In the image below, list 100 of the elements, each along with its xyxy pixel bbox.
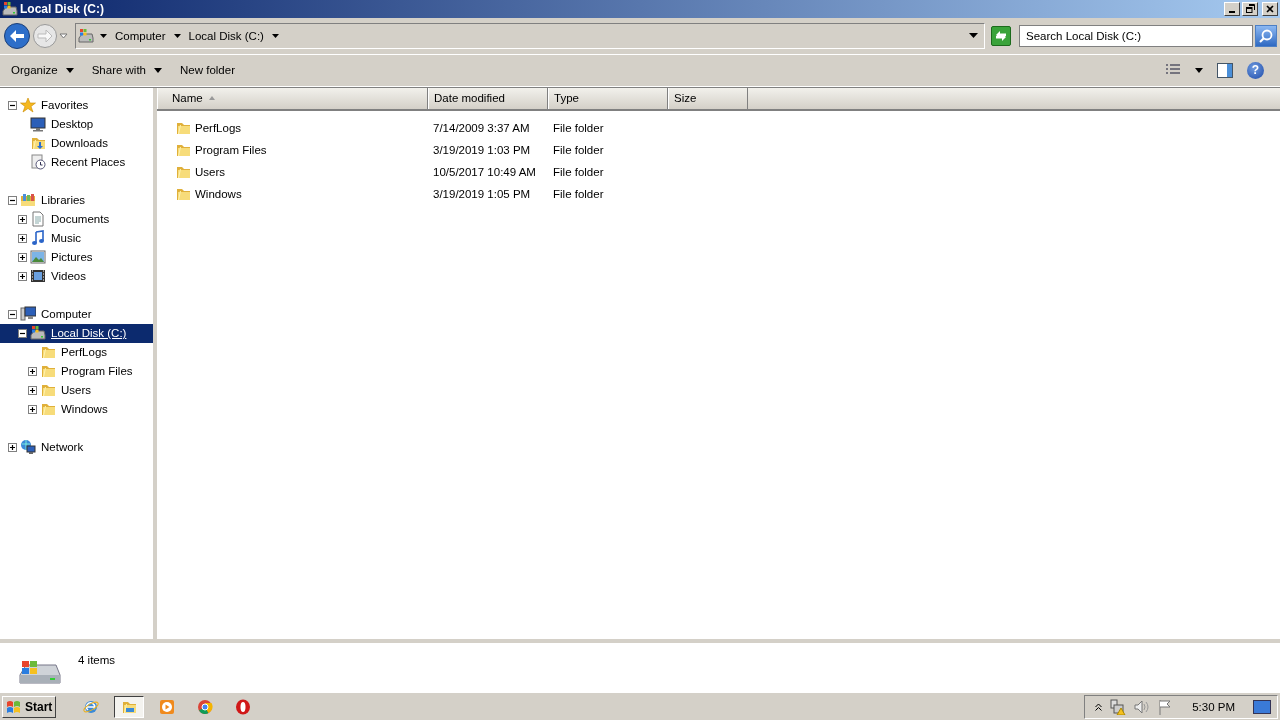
search-field[interactable]: Search Local Disk (C:) (1019, 24, 1253, 47)
preview-pane-icon[interactable] (1217, 62, 1233, 78)
tree-item[interactable]: Windows (60, 403, 109, 416)
collapse-icon[interactable] (8, 309, 17, 319)
file-name[interactable]: Program Files (195, 143, 267, 156)
search-button[interactable] (1255, 24, 1277, 47)
minimize-button[interactable] (1224, 2, 1240, 16)
back-button[interactable] (3, 21, 31, 50)
tree-item[interactable]: Recent Places (50, 156, 127, 169)
column-header[interactable]: Size (668, 87, 748, 109)
table-cell: 3/19/2019 1:05 PM (433, 187, 531, 200)
globe-monitor-icon (20, 439, 36, 456)
folder-icon (40, 363, 56, 380)
collapse-icon[interactable] (18, 328, 27, 338)
address-bar[interactable]: Computer Local Disk (C:) (75, 22, 985, 49)
dropdown-icon[interactable] (969, 33, 978, 39)
restore-icon (1245, 4, 1255, 14)
refresh-button[interactable] (991, 25, 1011, 46)
column-header[interactable]: Date modified (428, 87, 548, 109)
search-icon (1259, 28, 1273, 43)
expand-icon[interactable] (28, 385, 37, 395)
table-cell: File folder (553, 143, 604, 156)
chevron-icon[interactable] (271, 33, 279, 38)
tree-item[interactable]: Downloads (50, 137, 109, 150)
monitor-icon (30, 116, 46, 133)
expand-icon[interactable] (18, 271, 27, 281)
tree-item[interactable]: Desktop (50, 118, 95, 131)
status-text: 4 items (78, 654, 116, 667)
table-cell: 7/14/2009 3:37 AM (433, 121, 530, 134)
view-dropdown-icon[interactable] (1195, 67, 1203, 73)
tree-item[interactable]: PerfLogs (60, 346, 109, 359)
toolbar-button[interactable]: Share with (84, 58, 169, 83)
tree-item[interactable]: Program Files (60, 365, 134, 378)
window-title: Local Disk (C:) (20, 2, 105, 16)
tree-item[interactable]: Documents (50, 213, 111, 226)
tree-item[interactable]: Libraries (40, 194, 87, 207)
file-name[interactable]: PerfLogs (195, 121, 242, 134)
library-folder-icon (20, 192, 36, 209)
breadcrumb[interactable]: Local Disk (C:) (186, 29, 266, 42)
flag-icon[interactable] (1158, 698, 1173, 715)
document-clock-icon (30, 154, 46, 171)
tree-item[interactable]: Network (40, 441, 85, 454)
table-cell: 3/19/2019 1:03 PM (433, 143, 531, 156)
e-globe-icon (83, 698, 100, 715)
tree-item[interactable]: Users (60, 384, 93, 397)
document-icon (30, 211, 46, 228)
close-button[interactable] (1262, 2, 1278, 16)
chevron-up-icon[interactable] (1095, 702, 1103, 711)
speaker-icon[interactable] (1134, 698, 1151, 715)
chevron-icon[interactable] (173, 33, 181, 38)
network-warning-icon[interactable] (1110, 698, 1127, 715)
caret-icon (154, 67, 162, 73)
table-cell: 10/5/2017 10:49 AM (433, 165, 536, 178)
toolbar-button[interactable]: Organize (4, 58, 81, 83)
tree-item[interactable]: Pictures (50, 251, 94, 264)
taskbar-app[interactable] (114, 695, 145, 718)
expand-icon[interactable] (28, 404, 37, 414)
folder-arrow-icon (30, 135, 46, 152)
star-icon (20, 97, 36, 114)
computer-icon (20, 306, 36, 323)
o-ring-icon (235, 698, 252, 715)
expand-icon[interactable] (18, 233, 27, 243)
collapse-icon[interactable] (8, 100, 17, 110)
table-cell: File folder (553, 121, 604, 134)
expand-icon[interactable] (8, 442, 17, 452)
play-icon (159, 698, 176, 715)
folder-icon (40, 382, 56, 399)
refresh-arrows-icon (994, 29, 1008, 42)
tree-item[interactable]: Computer (40, 308, 93, 321)
folder-icon (40, 401, 56, 418)
restore-button[interactable] (1242, 2, 1258, 16)
close-icon (1266, 5, 1274, 13)
drive-icon (30, 325, 46, 342)
tree-item[interactable]: Favorites (40, 99, 90, 112)
collapse-icon[interactable] (8, 195, 17, 205)
file-name[interactable]: Windows (195, 187, 242, 200)
expand-icon[interactable] (28, 366, 37, 376)
file-name[interactable]: Users (195, 165, 226, 178)
start-button[interactable]: Start (2, 695, 57, 718)
toolbar-button[interactable]: New folder (173, 58, 242, 83)
history-dropdown-icon[interactable] (59, 32, 68, 39)
round-logo-icon (197, 698, 214, 715)
tree-item[interactable]: Videos (50, 270, 87, 283)
caret-icon (65, 67, 74, 73)
tree-item[interactable]: Local Disk (C:) (50, 327, 128, 340)
show-desktop-icon[interactable] (1253, 699, 1271, 714)
breadcrumb[interactable]: Computer (113, 29, 168, 42)
clock: 5:30 PM (1192, 700, 1235, 713)
tree-item[interactable]: Music (50, 232, 83, 245)
table-cell: File folder (553, 165, 604, 178)
column-header[interactable]: Name (157, 87, 428, 109)
expand-icon[interactable] (18, 252, 27, 262)
drive-icon (2, 1, 18, 17)
music-note-icon (30, 230, 46, 247)
chevron-icon[interactable] (100, 33, 107, 38)
column-header[interactable]: Type (548, 87, 668, 109)
selected-tree-item[interactable]: Local Disk (C:) (0, 323, 153, 343)
drive-icon (78, 27, 94, 44)
expand-icon[interactable] (18, 214, 27, 224)
landscape-icon (30, 249, 46, 266)
